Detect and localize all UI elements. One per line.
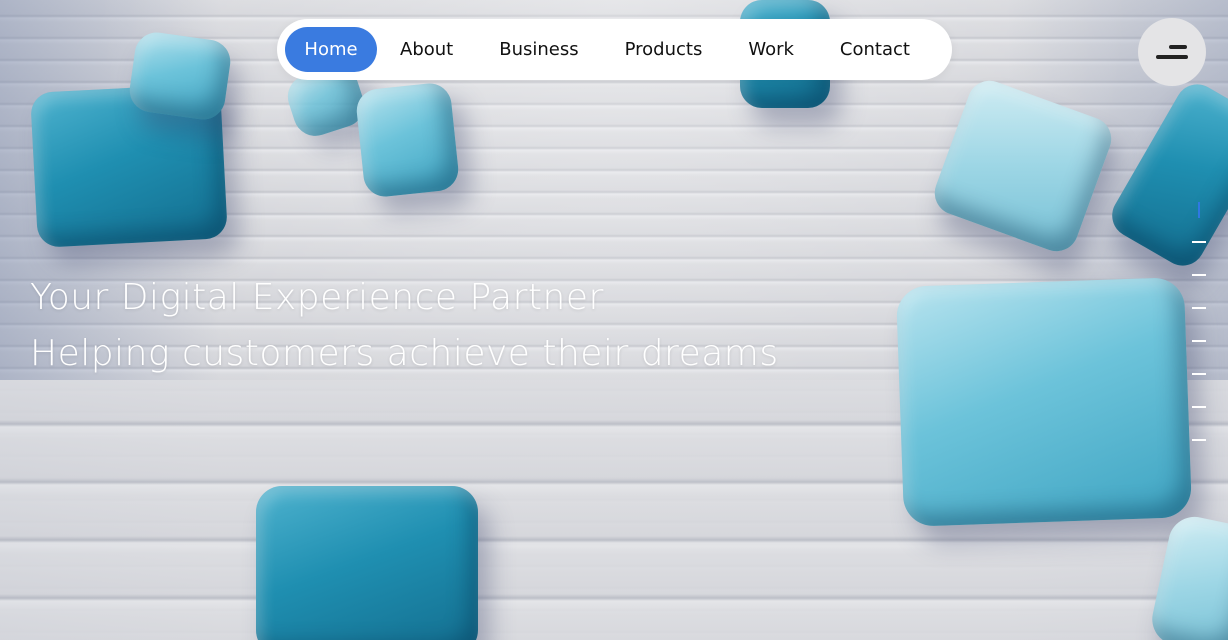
nav-item-contact[interactable]: Contact — [817, 27, 933, 72]
pager-tick-7[interactable] — [1192, 406, 1206, 408]
pager-tick-5[interactable] — [1192, 340, 1206, 342]
pager-tick-4[interactable] — [1192, 307, 1206, 309]
cube-decoration — [354, 81, 461, 199]
menu-button[interactable] — [1138, 18, 1206, 86]
hero-headline: Your Digital Experience Partner — [30, 277, 604, 318]
cube-decoration — [126, 29, 234, 123]
nav-item-home[interactable]: Home — [285, 27, 377, 72]
hero-subheadline: Helping customers achieve their dreams — [30, 333, 779, 374]
pager-tick-6[interactable] — [1192, 373, 1206, 375]
nav-item-business[interactable]: Business — [476, 27, 601, 72]
cube-decoration — [895, 277, 1193, 527]
pager-tick-3[interactable] — [1192, 274, 1206, 276]
nav-item-about[interactable]: About — [377, 27, 476, 72]
main-nav: Home About Business Products Work Contac… — [277, 19, 952, 80]
menu-icon — [1156, 55, 1188, 59]
cube-decoration — [928, 74, 1118, 258]
section-pager — [1188, 200, 1212, 450]
nav-item-work[interactable]: Work — [725, 27, 817, 72]
pager-tick-2[interactable] — [1192, 241, 1206, 243]
nav-item-products[interactable]: Products — [602, 27, 726, 72]
pager-tick-8[interactable] — [1192, 439, 1206, 441]
pager-tick-1[interactable] — [1198, 202, 1200, 218]
hero-text: Your Digital Experience Partner Helping … — [30, 272, 779, 384]
cube-decoration — [256, 486, 478, 640]
menu-icon — [1169, 45, 1187, 49]
